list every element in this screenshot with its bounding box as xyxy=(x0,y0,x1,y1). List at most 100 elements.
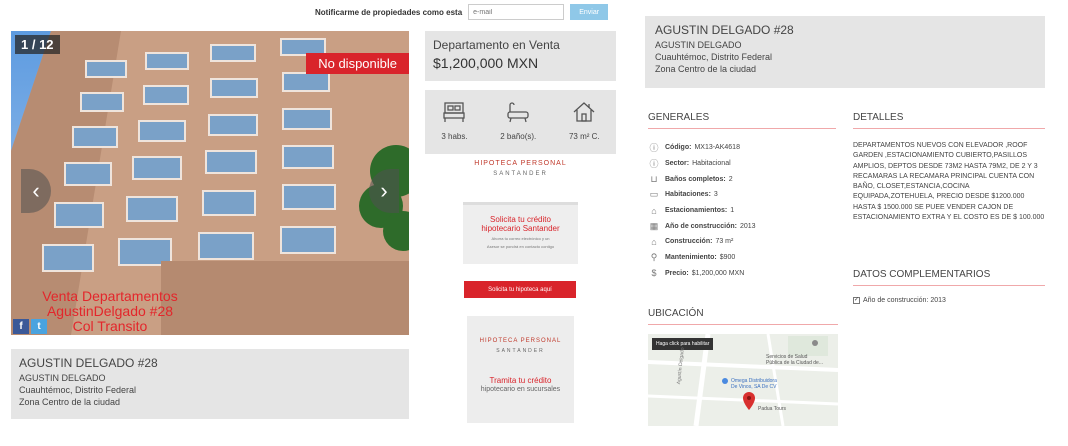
list-item: ▦ Año de construcción: 2013 xyxy=(648,218,836,234)
notify-label: Notificarme de propiedades como esta xyxy=(315,7,463,17)
brand-title: HIPOTECA PERSONAL xyxy=(474,160,567,167)
map-poi-line: De Vinos, SA De CV xyxy=(731,384,777,390)
feature-label: 2 baño(s). xyxy=(500,132,537,141)
feature-label: 3 habs. xyxy=(441,132,468,141)
feature-label: 73 m² C. xyxy=(568,132,600,141)
list-item: $ Precio: $1,200,000 MXN xyxy=(648,266,836,282)
list-item: ⌂ Construcción: 73 m² xyxy=(648,234,836,250)
facebook-icon[interactable]: f xyxy=(13,319,29,334)
ad-heading: Tramita tu crédito xyxy=(489,376,552,385)
list-item: ⊔ Baños completos: 2 xyxy=(648,171,836,187)
property-photo[interactable]: 1 / 12 No disponible ‹ › Venta Departame… xyxy=(11,31,409,335)
mortgage-ad[interactable]: Solicita tu crédito hipotecario Santande… xyxy=(463,202,578,264)
datos-item: ✓ Año de construcción: 2013 xyxy=(853,297,946,304)
request-mortgage-button[interactable]: Solicita tu hipoteca aquí xyxy=(464,281,576,298)
listing-price: $1,200,000 MXN xyxy=(433,55,539,71)
watermark-line: Venta Departamentos xyxy=(42,288,178,304)
features-box: 3 habs. 2 baño(s). 73 m² C. xyxy=(425,90,616,154)
address-line: Zona Centro de la ciudad xyxy=(19,397,121,407)
address-line: AGUSTIN DELGADO xyxy=(19,373,106,383)
send-button[interactable]: Enviar xyxy=(570,4,609,20)
generales-heading: GENERALES xyxy=(648,112,836,129)
row-label: Baños completos: xyxy=(665,175,726,183)
address-title: AGUSTIN DELGADO #28 xyxy=(19,356,158,370)
row-value: Habitacional xyxy=(692,160,731,168)
watermark-line: Col Transito xyxy=(72,318,148,334)
status-badge: No disponible xyxy=(306,53,409,74)
row-label: Habitaciones: xyxy=(665,191,711,199)
branch-mortgage-ad[interactable]: HIPOTECA PERSONAL SANTANDER Tramita tu c… xyxy=(467,316,574,423)
info-icon: ⓘ xyxy=(649,143,659,154)
ad-heading: hipotecario Santander xyxy=(481,224,560,233)
row-value: 73 m² xyxy=(715,238,734,246)
email-input[interactable] xyxy=(468,4,565,20)
listing-type: Departamento en Venta xyxy=(433,38,560,52)
row-value: 1 xyxy=(730,207,735,215)
list-item: ⓘ Código: MX13-AK4618 xyxy=(648,140,836,156)
social-buttons: f t xyxy=(13,319,47,334)
row-value: 3 xyxy=(713,191,718,199)
row-label: Sector: xyxy=(665,160,690,168)
brand-sub: SANTANDER xyxy=(493,171,548,177)
list-item: ⌂ Estacionamientos: 1 xyxy=(648,203,836,219)
map-poi-label: Padua Tours xyxy=(758,406,786,412)
row-value: MX13-AK4618 xyxy=(694,144,740,152)
ad-subtext: Asesor se pondrá en contacto contigo xyxy=(486,244,555,249)
map-poi-label: Omega Distribuidora De Vinos, SA De CV xyxy=(731,378,777,390)
row-value: 2013 xyxy=(739,222,756,230)
house-icon xyxy=(573,102,595,122)
row-label: Mantenimiento: xyxy=(665,254,717,262)
address-box: AGUSTIN DELGADO #28 AGUSTIN DELGADO Cuau… xyxy=(11,349,409,419)
map-poi-line: Pública de la Ciudad de... xyxy=(766,360,823,366)
brand-sub: SANTANDER xyxy=(496,348,545,354)
datos-heading: DATOS COMPLEMENTARIOS xyxy=(853,269,1045,286)
row-value: 2 xyxy=(728,175,733,183)
description-text: DEPARTAMENTOS NUEVOS CON ELEVADOR ,ROOF … xyxy=(853,142,1045,222)
garage-icon: ⌂ xyxy=(651,205,657,216)
image-counter: 1 / 12 xyxy=(15,35,60,54)
calendar-icon: ▦ xyxy=(649,220,659,231)
address-header: AGUSTIN DELGADO #28 AGUSTIN DELGADO Cuau… xyxy=(645,16,1045,88)
datos-text: Año de construcción: 2013 xyxy=(863,297,946,304)
row-label: Construcción: xyxy=(665,238,713,246)
check-icon: ✓ xyxy=(853,297,860,304)
row-value: $900 xyxy=(719,254,736,262)
address-line: Zona Centro de la ciudad xyxy=(655,64,757,74)
bathtub-icon: ⊔ xyxy=(650,173,658,184)
list-item: ⚲ Mantenimiento: $900 xyxy=(648,250,836,266)
generales-list: ⓘ Código: MX13-AK4618 ⓘ Sector: Habitacional… xyxy=(648,140,836,281)
detalles-heading: DETALLES xyxy=(853,112,1045,129)
wrench-icon: ⚲ xyxy=(650,252,658,263)
row-value: $1,200,000 MXN xyxy=(691,269,745,277)
ad-heading: Solicita tu crédito xyxy=(490,215,551,224)
feature-area: 73 m² C. xyxy=(569,100,600,154)
map-poi-label: Servicios de Salud Pública de la Ciudad … xyxy=(766,354,823,366)
ad-subtext: hipotecario en sucursales xyxy=(480,386,561,393)
twitter-icon[interactable]: t xyxy=(31,319,47,334)
list-item: ▭ Habitaciones: 3 xyxy=(648,187,836,203)
house-icon: ⌂ xyxy=(651,236,657,247)
brand-title: HIPOTECA PERSONAL xyxy=(479,338,562,344)
ubicacion-heading: UBICACIÓN xyxy=(648,308,838,325)
row-label: Código: xyxy=(665,144,692,152)
watermark-text: Venta Departamentos AgustinDelgado #28 C… xyxy=(25,289,195,334)
bed-icon xyxy=(443,102,466,122)
santander-logo: HIPOTECA PERSONAL SANTANDER xyxy=(425,160,616,177)
row-label: Año de construcción: xyxy=(665,222,737,230)
info-icon: ⓘ xyxy=(649,159,659,170)
bed-icon: ▭ xyxy=(649,189,659,200)
dollar-icon: $ xyxy=(651,268,657,279)
price-box: Departamento en Venta $1,200,000 MXN xyxy=(425,31,616,81)
ad-subtext: Ahorra tu correo electrónico y un xyxy=(491,236,550,241)
location-map[interactable]: Haga click para habilitar Servicios de S… xyxy=(648,334,838,426)
feature-bedrooms: 3 habs. xyxy=(441,100,468,154)
address-line: Cuauhtémoc, Distrito Federal xyxy=(655,52,773,62)
row-label: Estacionamientos: xyxy=(665,207,728,215)
watermark-line: AgustinDelgado #28 xyxy=(46,303,174,319)
address-title: AGUSTIN DELGADO #28 xyxy=(655,23,794,37)
address-line: Cuauhtémoc, Distrito Federal xyxy=(19,385,137,395)
list-item: ⓘ Sector: Habitacional xyxy=(648,156,836,172)
feature-bathrooms: 2 baño(s). xyxy=(500,100,536,154)
bathtub-icon xyxy=(507,102,529,123)
address-line: AGUSTIN DELGADO xyxy=(655,40,742,50)
